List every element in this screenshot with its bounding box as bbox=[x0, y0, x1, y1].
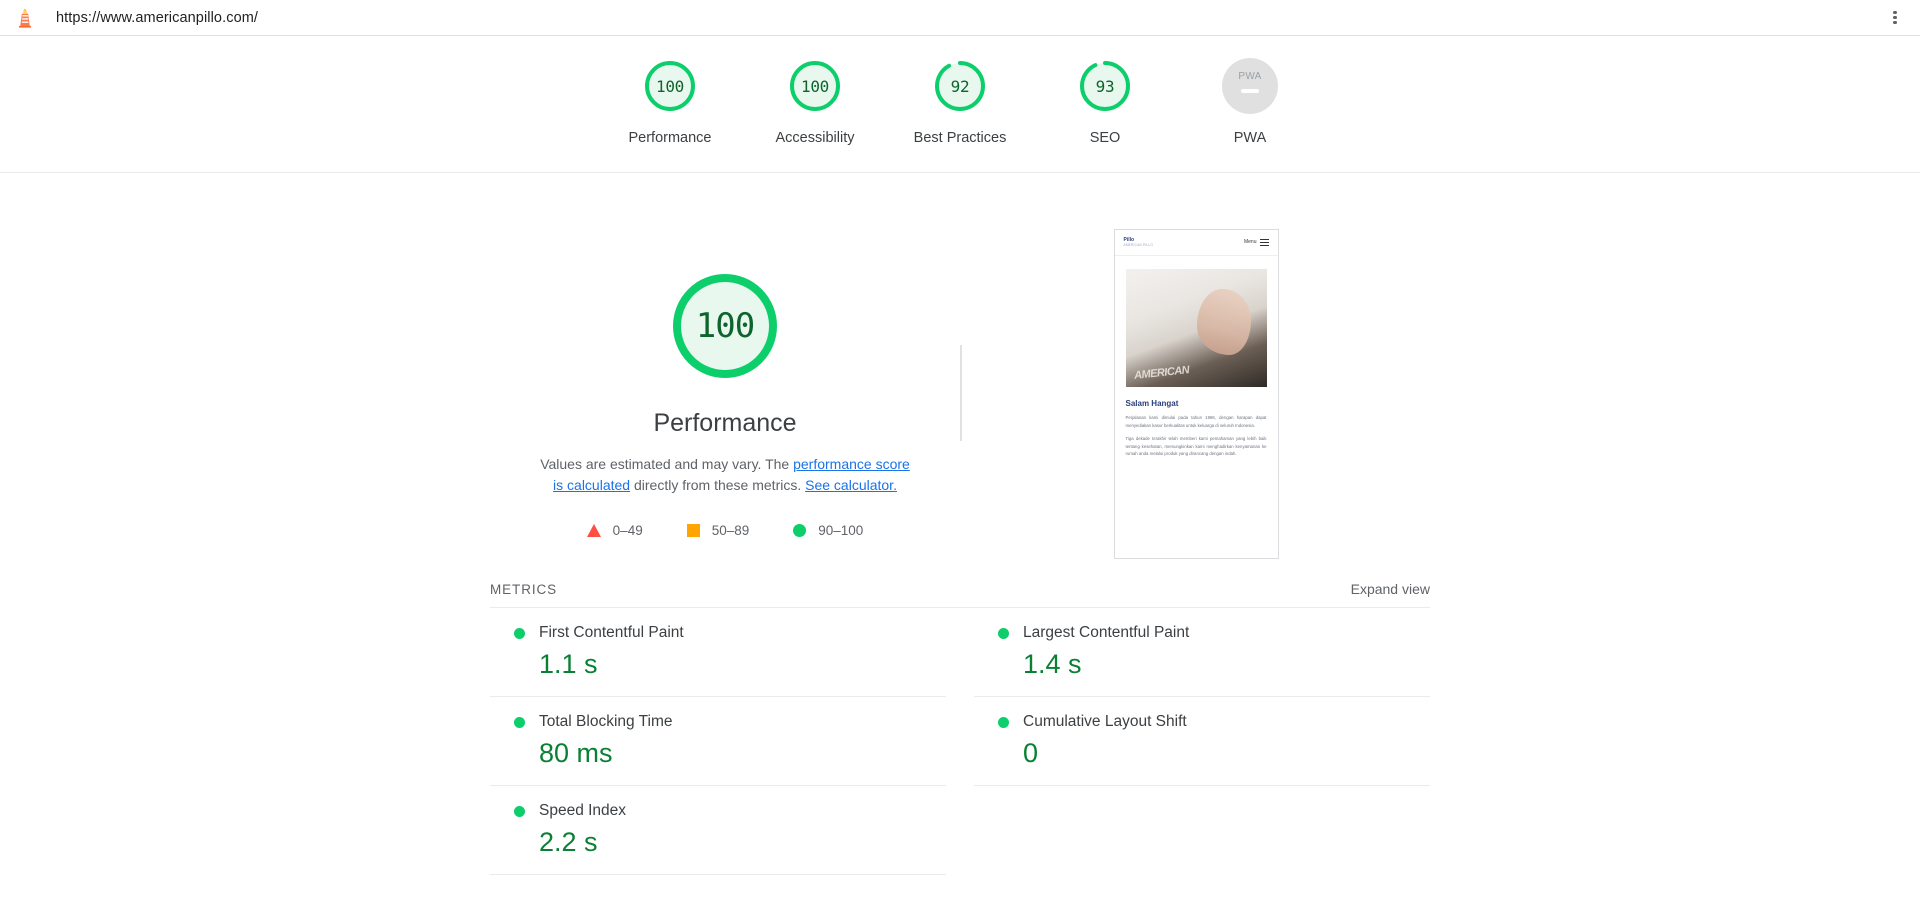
metric-row[interactable]: Speed Index 2.2 s bbox=[490, 786, 946, 875]
circle-icon bbox=[514, 805, 525, 817]
score-value: 100 bbox=[656, 76, 684, 96]
score-item-pwa[interactable]: PWA PWA bbox=[1178, 58, 1323, 146]
metric-name: Total Blocking Time bbox=[539, 713, 673, 730]
thumb-heading: Salam Hangat bbox=[1125, 399, 1179, 408]
thumb-menu-label: Menu bbox=[1243, 239, 1257, 246]
hamburger-icon bbox=[1259, 238, 1269, 247]
metric-value: 1.4 s bbox=[1023, 649, 1082, 679]
score-item-performance[interactable]: 100 Performance bbox=[598, 58, 743, 146]
description-mid: directly from these metrics. bbox=[630, 476, 806, 493]
legend-item-fail: 0–49 bbox=[586, 523, 643, 539]
legend-range: 50–89 bbox=[711, 523, 750, 539]
report-main: 100 Performance Values are estimated and… bbox=[0, 173, 1920, 875]
category-header-row: 100 Performance Values are estimated and… bbox=[490, 229, 1430, 559]
metric-value: 0 bbox=[1023, 738, 1039, 768]
thumb-hero-brand: AMERICAN bbox=[1133, 364, 1190, 382]
metric-value: 80 ms bbox=[539, 738, 613, 768]
category-title: Performance bbox=[653, 409, 797, 437]
metric-row[interactable]: Total Blocking Time 80 ms bbox=[490, 697, 946, 786]
kebab-menu-icon[interactable] bbox=[1886, 9, 1904, 27]
metric-name: Largest Contentful Paint bbox=[1023, 624, 1190, 641]
score-label: Performance bbox=[628, 130, 712, 146]
metric-value: 2.2 s bbox=[539, 827, 598, 857]
thumb-paragraph-2: Tiga dekade terakhir telah memberi kami … bbox=[1125, 436, 1267, 457]
metric-name-line: Speed Index bbox=[514, 802, 946, 820]
metrics-right-column: Largest Contentful Paint 1.4 s Cumulativ… bbox=[974, 608, 1430, 875]
score-value: 93 bbox=[1095, 76, 1115, 96]
gauge-seo: 93 bbox=[1077, 58, 1133, 114]
performance-category: 100 Performance Values are estimated and… bbox=[490, 229, 1430, 559]
metric-name: Speed Index bbox=[539, 802, 627, 819]
score-value: 100 bbox=[801, 76, 829, 96]
score-scale-row: 100 Performance 100 Accessibility 92 Bes… bbox=[0, 58, 1920, 146]
score-value: 92 bbox=[950, 76, 970, 96]
legend-range: 90–100 bbox=[818, 523, 864, 539]
score-label: Accessibility bbox=[775, 130, 855, 146]
category-score-value: 100 bbox=[695, 306, 755, 346]
metrics-left-column: First Contentful Paint 1.1 s Total Block… bbox=[490, 608, 946, 875]
legend-item-pass: 90–100 bbox=[793, 523, 863, 538]
circle-icon bbox=[514, 627, 525, 639]
lighthouse-icon bbox=[14, 7, 36, 29]
url-text[interactable]: https://www.americanpillo.com/ bbox=[56, 10, 258, 26]
score-scale: 100 Performance 100 Accessibility 92 Bes… bbox=[0, 36, 1920, 173]
legend-item-average: 50–89 bbox=[686, 523, 750, 539]
metrics-section-title: METRICS bbox=[490, 581, 558, 597]
metric-name: Cumulative Layout Shift bbox=[1023, 713, 1187, 730]
thumb-paragraph-1: Perjalanan kami dimulai pada tahun 1986,… bbox=[1125, 415, 1267, 428]
triangle-icon bbox=[586, 524, 601, 538]
pwa-badge-text: PWA bbox=[1238, 71, 1262, 82]
description-prefix: Values are estimated and may vary. The bbox=[540, 456, 794, 472]
metrics-grid: First Contentful Paint 1.1 s Total Block… bbox=[490, 607, 1430, 875]
metric-name-line: First Contentful Paint bbox=[514, 624, 946, 642]
circle-icon bbox=[998, 627, 1009, 639]
metric-name-line: Largest Contentful Paint bbox=[998, 624, 1430, 642]
pwa-null-dash-icon bbox=[1241, 89, 1259, 93]
metric-value: 1.1 s bbox=[539, 649, 598, 679]
thumb-menu: Menu bbox=[1243, 238, 1269, 247]
see-calculator-link[interactable]: See calculator. bbox=[805, 477, 897, 493]
circle-icon bbox=[793, 524, 807, 538]
gauge-accessibility: 100 bbox=[787, 58, 843, 114]
score-item-accessibility[interactable]: 100 Accessibility bbox=[743, 58, 888, 146]
expand-view-toggle[interactable]: Expand view bbox=[1351, 581, 1430, 597]
thumb-site-logo: Pillo AMERICAN PILLO bbox=[1123, 237, 1154, 247]
score-label: SEO bbox=[1089, 130, 1121, 146]
metrics-header: METRICS Expand view bbox=[490, 581, 1430, 607]
metric-row[interactable]: Largest Contentful Paint 1.4 s bbox=[974, 608, 1430, 697]
score-legend: 0–49 50–89 90–100 bbox=[586, 523, 863, 539]
thumb-site-header: Pillo AMERICAN PILLO Menu bbox=[1114, 230, 1278, 256]
metric-name-line: Cumulative Layout Shift bbox=[998, 713, 1430, 731]
gauge-best-practices: 92 bbox=[932, 58, 988, 114]
thumb-hero-image: AMERICAN bbox=[1125, 269, 1267, 387]
score-label: PWA bbox=[1233, 130, 1267, 146]
metric-row-empty bbox=[974, 786, 1430, 818]
page-screenshot-thumbnail[interactable]: Pillo AMERICAN PILLO Menu AMERICAN Salam… bbox=[1113, 229, 1279, 559]
metric-name: First Contentful Paint bbox=[539, 624, 684, 641]
thumb-body: Salam Hangat Perjalanan kami dimulai pad… bbox=[1115, 387, 1278, 458]
gauge-performance: 100 bbox=[642, 58, 698, 114]
metrics-section: METRICS Expand view First Contentful Pai… bbox=[490, 581, 1430, 875]
square-icon bbox=[686, 524, 700, 538]
score-label: Best Practices bbox=[913, 130, 1007, 146]
circle-icon bbox=[514, 716, 525, 728]
gauge-pwa: PWA bbox=[1222, 58, 1278, 114]
metric-row[interactable]: Cumulative Layout Shift 0 bbox=[974, 697, 1430, 786]
thumb-hand-shape bbox=[1196, 289, 1251, 355]
score-item-best-practices[interactable]: 92 Best Practices bbox=[888, 58, 1033, 146]
gauge-performance-large: 100 bbox=[666, 267, 784, 385]
legend-range: 0–49 bbox=[612, 523, 643, 539]
category-gauge-column: 100 Performance Values are estimated and… bbox=[490, 229, 960, 538]
thumb-logo-line2: AMERICAN PILLO bbox=[1123, 242, 1154, 247]
metric-row[interactable]: First Contentful Paint 1.1 s bbox=[490, 608, 946, 697]
circle-icon bbox=[998, 716, 1009, 728]
browser-toolbar: https://www.americanpillo.com/ bbox=[0, 0, 1920, 36]
category-description: Values are estimated and may vary. The p… bbox=[535, 454, 915, 495]
score-item-seo[interactable]: 93 SEO bbox=[1033, 58, 1178, 146]
screenshot-column: Pillo AMERICAN PILLO Menu AMERICAN Salam… bbox=[962, 229, 1430, 559]
metric-name-line: Total Blocking Time bbox=[514, 713, 946, 731]
